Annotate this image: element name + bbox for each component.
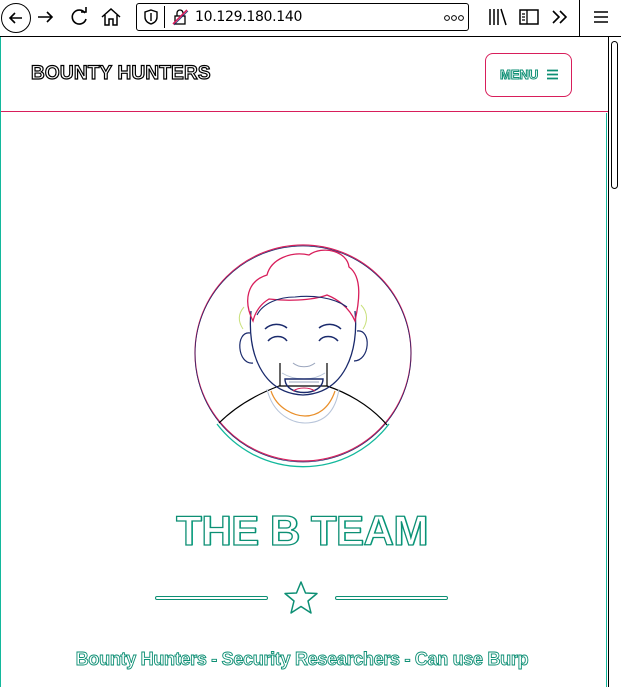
library-icon bbox=[489, 8, 507, 26]
hamburger-menu-icon bbox=[594, 11, 608, 23]
page-viewport: BOUNTY HUNTERS MENU THE B TEAM Bounty Hu… bbox=[0, 37, 608, 687]
divider-line-left bbox=[155, 596, 268, 600]
forward-arrow-icon bbox=[38, 11, 54, 23]
sidebar-icon bbox=[519, 9, 539, 25]
page-actions-icon[interactable] bbox=[444, 14, 464, 22]
home-button[interactable] bbox=[98, 4, 124, 30]
shield-icon[interactable] bbox=[142, 8, 160, 26]
insecure-lock-icon[interactable] bbox=[171, 8, 189, 26]
reload-button[interactable] bbox=[66, 4, 92, 30]
scrollbar-thumb[interactable] bbox=[611, 41, 618, 189]
menu-button[interactable]: MENU bbox=[485, 53, 572, 97]
page-scrollbar[interactable] bbox=[608, 37, 621, 687]
home-icon bbox=[101, 7, 121, 26]
back-arrow-icon bbox=[8, 12, 22, 24]
overflow-chevrons-icon bbox=[552, 10, 568, 24]
menu-label: MENU bbox=[499, 67, 539, 83]
toolbar-separator bbox=[579, 0, 580, 36]
library-button[interactable] bbox=[485, 4, 511, 30]
page-right-border bbox=[606, 113, 607, 687]
url-text[interactable]: 10.129.180.140 bbox=[195, 9, 302, 25]
divider-line-right bbox=[335, 596, 448, 600]
app-menu-button[interactable] bbox=[588, 4, 614, 30]
menu-bars-icon bbox=[547, 69, 558, 80]
forward-button[interactable] bbox=[33, 4, 59, 30]
reload-icon bbox=[71, 7, 87, 25]
avatar-illustration bbox=[194, 244, 412, 468]
url-bar[interactable]: 10.129.180.140 bbox=[136, 3, 469, 31]
back-button[interactable] bbox=[1, 3, 31, 33]
hero-subtitle: Bounty Hunters - Security Researchers - … bbox=[75, 649, 529, 670]
overflow-button[interactable] bbox=[547, 4, 573, 30]
sidebar-button[interactable] bbox=[516, 4, 542, 30]
site-navbar: BOUNTY HUNTERS MENU bbox=[1, 37, 608, 112]
browser-toolbar: 10.129.180.140 bbox=[0, 0, 621, 37]
brand-link[interactable]: BOUNTY HUNTERS bbox=[30, 62, 211, 85]
star-icon bbox=[284, 581, 318, 614]
hero-title: THE B TEAM bbox=[176, 506, 429, 554]
